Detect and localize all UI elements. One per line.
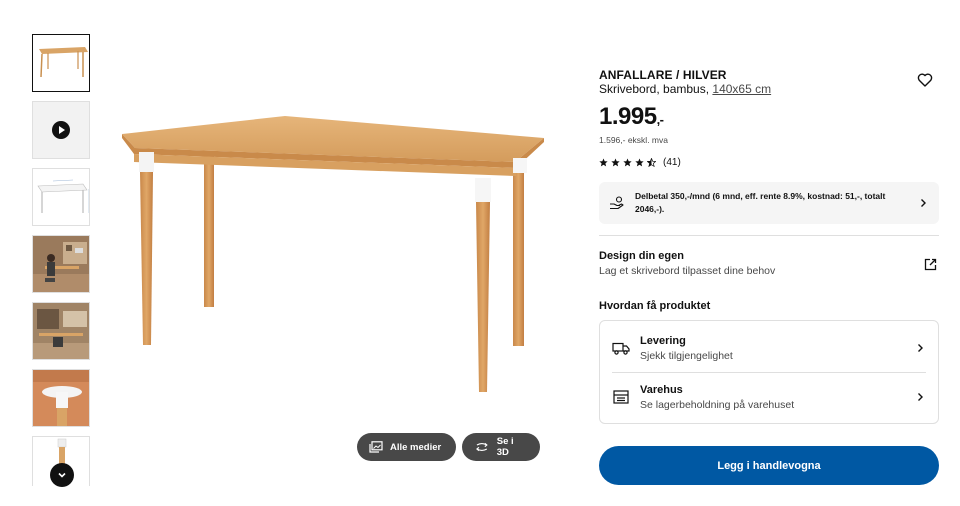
thumb-video[interactable] (32, 101, 90, 159)
product-price: 1.995,- (599, 103, 664, 131)
installment-text: Delbetal 350,-/mnd (6 mnd, eff. rente 8.… (635, 191, 886, 214)
external-link-icon (924, 258, 937, 271)
star-icon (611, 158, 620, 167)
fulfilment-options: Levering Sjekk tilgjengelighet Varehus S… (599, 320, 939, 424)
design-your-own[interactable]: Design din egen Lag et skrivebord tilpas… (599, 250, 939, 277)
thumb-desk-front[interactable] (32, 34, 90, 92)
truck-icon (612, 342, 630, 355)
rating-count: (41) (663, 157, 681, 168)
thumb-desk-dimensions[interactable] (32, 168, 90, 226)
rating-stars (599, 158, 656, 167)
thumb-leg-closeup[interactable] (32, 369, 90, 427)
thumbnail-list (32, 34, 90, 486)
store-icon (613, 390, 629, 404)
star-icon (635, 158, 644, 167)
rotate-3d-icon (476, 442, 488, 452)
thumb-room-desk[interactable] (32, 302, 90, 360)
price-suffix: ,- (656, 112, 664, 127)
product-rating[interactable]: (41) (599, 157, 681, 168)
star-icon (623, 158, 632, 167)
chevron-right-icon (918, 393, 923, 401)
design-subtext: Lag et skrivebord tilpasset dine behov (599, 265, 776, 277)
store-title: Varehus (640, 383, 683, 396)
delivery-subtitle: Sjekk tilgjengelighet (640, 349, 733, 362)
add-to-cart-button[interactable]: Legg i handlevogna (599, 446, 939, 485)
installment-banner[interactable]: Delbetal 350,-/mnd (6 mnd, eff. rente 8.… (599, 182, 939, 224)
hand-coin-icon (610, 196, 624, 210)
play-icon (52, 121, 70, 139)
store-option[interactable]: Varehus Se lagerbeholdning på varehuset (600, 372, 938, 422)
chevron-right-icon (918, 344, 923, 352)
chevron-down-icon (58, 472, 66, 478)
heart-icon[interactable] (917, 72, 933, 88)
chevron-right-icon (921, 199, 926, 207)
store-subtitle: Se lagerbeholdning på varehuset (640, 398, 795, 411)
price-ex-vat: 1.596,- ekskl. mva (599, 135, 668, 145)
star-icon (599, 158, 608, 167)
scroll-down-button[interactable] (50, 463, 74, 487)
product-dimensions-link[interactable]: 140x65 cm (712, 82, 771, 96)
all-media-button[interactable]: Alle medier (357, 433, 456, 461)
view-3d-button[interactable]: Se i 3D (462, 433, 540, 461)
how-to-get-heading: Hvordan få produktet (599, 300, 711, 312)
product-title: ANFALLARE / HILVER (599, 68, 727, 82)
product-description: Skrivebord, bambus, (599, 82, 710, 96)
price-main: 1.995 (599, 103, 657, 130)
divider (599, 235, 939, 236)
gallery-icon (369, 441, 383, 453)
main-product-image[interactable] (110, 100, 560, 410)
delivery-title: Levering (640, 334, 686, 347)
delivery-option[interactable]: Levering Sjekk tilgjengelighet (600, 323, 938, 373)
thumb-room-person[interactable] (32, 235, 90, 293)
view-3d-label: Se i 3D (496, 436, 514, 458)
half-star-icon (647, 158, 656, 167)
all-media-label: Alle medier (390, 441, 442, 453)
product-subtitle: Skrivebord, bambus, 140x65 cm (599, 82, 771, 96)
design-heading: Design din egen (599, 250, 684, 262)
